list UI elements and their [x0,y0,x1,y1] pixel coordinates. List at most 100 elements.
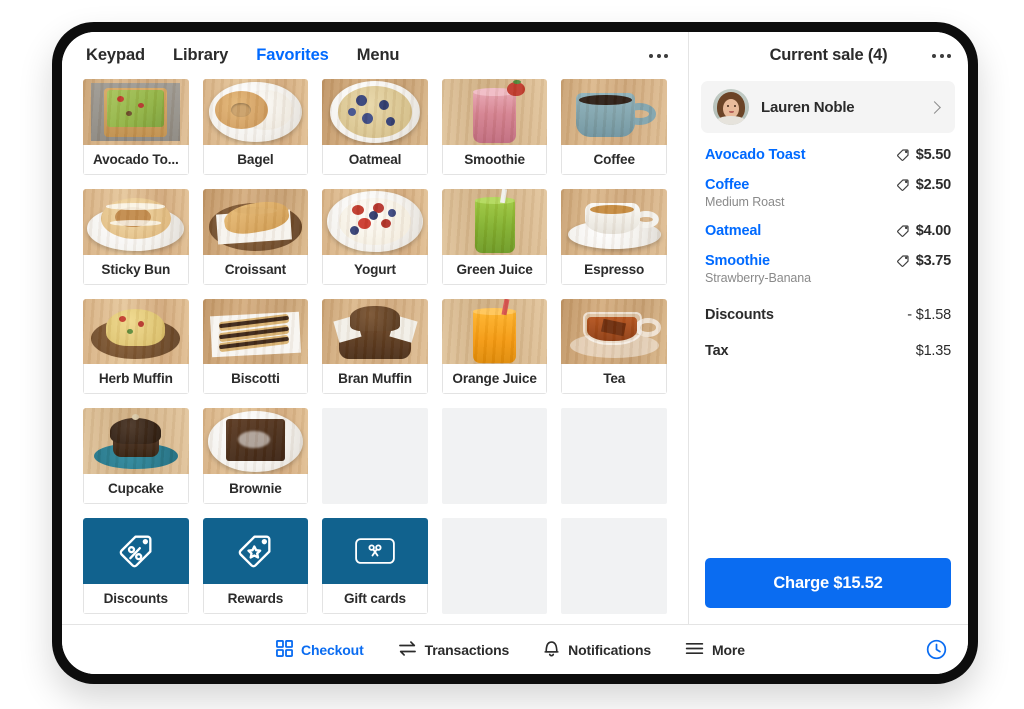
tile-coffee[interactable]: Coffee [561,79,667,175]
line-item-name[interactable]: Avocado Toast [705,147,896,163]
tile-label: Espresso [561,254,667,285]
coffee-image [561,79,667,145]
tile-label: Avocado To... [83,144,189,175]
line-item-name[interactable]: Smoothie [705,253,896,269]
tile-label: Rewards [202,584,309,614]
summary-label: Discounts [705,307,774,323]
tile-empty-slot [441,408,548,505]
clock-icon[interactable] [925,638,948,661]
tile-brownie[interactable]: Brownie [202,408,309,505]
summary-row-discounts[interactable]: Discounts - $1.58 [705,307,951,323]
tab-keypad[interactable]: Keypad [86,46,145,65]
biscotti-image [202,298,309,365]
bagel-image [202,79,309,145]
nav-label: Notifications [568,641,652,658]
tablet-bezel: Keypad Library Favorites Menu Avocado To… [52,22,978,684]
tile-label: Oatmeal [322,144,428,175]
tile-sticky-bun[interactable]: Sticky Bun [83,188,189,285]
tab-favorites[interactable]: Favorites [256,46,329,65]
yogurt-image [322,188,428,255]
cupcake-image [83,408,189,475]
tile-croissant[interactable]: Croissant [202,188,309,285]
discount-tag-icon [896,178,910,192]
tab-library[interactable]: Library [173,46,228,65]
tile-orange-juice[interactable]: Orange Juice [441,298,548,395]
summary-row-tax[interactable]: Tax $1.35 [705,343,951,359]
tile-label: Sticky Bun [83,254,189,285]
sale-title: Current sale (4) [769,46,888,64]
line-item[interactable]: Coffee $2.50 Medium Roast [705,177,951,209]
tile-cupcake[interactable]: Cupcake [83,408,189,505]
kebab-menu-icon[interactable] [647,48,670,64]
green-juice-image [441,188,548,255]
tile-avocado-toast[interactable]: Avocado To... [83,79,189,175]
tile-label: Green Juice [441,254,548,285]
tile-biscotti[interactable]: Biscotti [202,298,309,395]
croissant-image [202,188,309,255]
main-area: Keypad Library Favorites Menu Avocado To… [62,32,968,624]
summary-label: Tax [705,343,729,359]
line-item[interactable]: Smoothie $3.75 Strawberry-Banana [705,253,951,285]
tile-oatmeal[interactable]: Oatmeal [322,79,428,175]
tile-empty-slot [561,518,667,614]
tile-label: Croissant [202,254,309,285]
line-items-list: Avocado Toast $5.50 Coffee $2.50 Medium … [689,133,967,558]
line-item-modifier: Medium Roast [705,195,785,209]
gift-card-icon [322,518,428,584]
tile-rewards[interactable]: Rewards [202,518,309,614]
tab-menu[interactable]: Menu [357,46,400,65]
tile-label: Orange Juice [441,364,548,395]
customer-name: Lauren Noble [761,98,855,116]
line-item-name[interactable]: Oatmeal [705,223,896,239]
tile-label: Brownie [202,474,309,505]
tile-yogurt[interactable]: Yogurt [322,188,428,285]
sale-kebab-menu-icon[interactable] [930,48,953,64]
charge-button[interactable]: Charge $15.52 [705,558,951,608]
oatmeal-image [322,79,428,145]
sticky-bun-image [83,188,189,255]
tile-espresso[interactable]: Espresso [561,188,667,285]
espresso-image [561,188,667,255]
brownie-image [202,408,309,475]
tile-green-juice[interactable]: Green Juice [441,188,548,285]
tile-label: Bagel [202,144,309,175]
bottom-navigation: Checkout Transactions Notifications More [62,624,968,674]
discount-tag-icon [896,254,910,268]
line-item-name[interactable]: Coffee [705,177,896,193]
tile-discounts[interactable]: Discounts [83,518,189,614]
tile-herb-muffin[interactable]: Herb Muffin [83,298,189,395]
favorites-grid: Avocado To... Bagel Oatmeal Smoothie Cof… [62,79,688,624]
screenshot-stage: Keypad Library Favorites Menu Avocado To… [0,0,1024,709]
tile-label: Cupcake [83,474,189,505]
tile-label: Yogurt [322,254,428,285]
avatar [713,89,749,125]
smoothie-image [441,79,548,145]
charge-area: Charge $15.52 [689,558,967,624]
tile-smoothie[interactable]: Smoothie [441,79,548,175]
catalog-panel: Keypad Library Favorites Menu Avocado To… [62,32,689,624]
tile-empty-slot [441,518,548,614]
tile-bagel[interactable]: Bagel [202,79,309,175]
summary-value: $1.35 [915,343,951,359]
line-item-price: $3.75 [915,253,951,269]
tile-gift-cards[interactable]: Gift cards [322,518,428,614]
transfer-arrows-icon [398,640,417,660]
line-item-price: $5.50 [915,147,951,163]
line-item[interactable]: Avocado Toast $5.50 [705,147,951,163]
discount-tag-icon [83,518,189,584]
customer-row[interactable]: Lauren Noble [701,81,955,133]
herb-muffin-image [83,298,189,365]
nav-checkout[interactable]: Checkout [276,639,364,660]
tile-tea[interactable]: Tea [561,298,667,395]
tea-image [561,298,667,365]
line-item[interactable]: Oatmeal $4.00 [705,223,951,239]
nav-notifications[interactable]: Notifications [543,639,651,660]
tile-label: Coffee [561,144,667,175]
tile-bran-muffin[interactable]: Bran Muffin [322,298,428,395]
nav-transactions[interactable]: Transactions [398,640,509,660]
current-sale-panel: Current sale (4) Lauren Noble Avocado To… [689,32,967,624]
tile-empty-slot [561,408,667,505]
bell-icon [543,639,560,660]
nav-more[interactable]: More [685,641,745,659]
grid-squares-icon [276,639,293,660]
